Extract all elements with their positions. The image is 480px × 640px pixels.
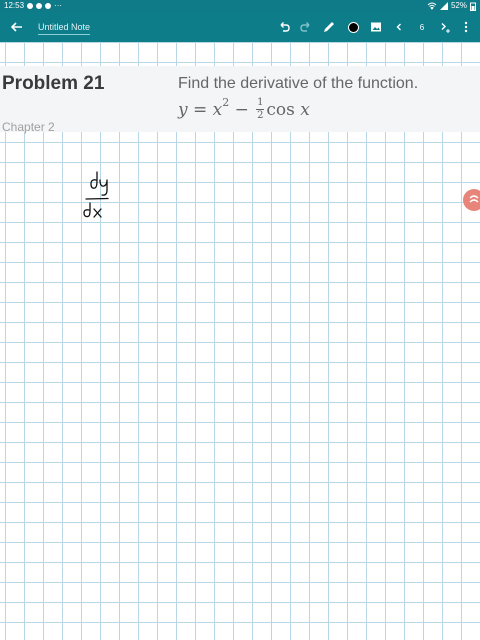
notification-icon [36, 3, 43, 9]
problem-title: Problem 21 [2, 73, 105, 94]
next-page-button[interactable] [437, 19, 453, 35]
status-right: 52% [427, 0, 476, 12]
battery-icon [470, 2, 476, 11]
chevron-left-icon [396, 23, 401, 31]
battery-percentage: 52% [450, 1, 467, 10]
floating-tool-button[interactable] [463, 189, 480, 211]
notification-icon [45, 3, 52, 9]
chevron-right-add-icon [441, 23, 450, 33]
color-picker-button[interactable] [345, 19, 361, 35]
color-swatch-icon [347, 21, 359, 33]
wifi-icon [427, 2, 437, 10]
redo-button[interactable] [298, 19, 314, 35]
notification-icon [27, 3, 34, 9]
fraction-numerator: 1 [257, 97, 264, 108]
formula-variable: x [294, 99, 310, 120]
problem-statement: Find the derivative of the function. [178, 75, 419, 92]
formula-lhs: y = x [178, 99, 223, 120]
chapter-label: Chapter 2 [2, 120, 55, 134]
insert-image-button[interactable] [368, 19, 384, 35]
redo-icon [300, 22, 310, 32]
handle-icon [469, 195, 479, 203]
previous-page-button[interactable] [391, 19, 407, 35]
formula-minus: − [229, 99, 255, 120]
more-vertical-icon [464, 21, 468, 33]
formula-function: cos [266, 99, 295, 120]
formula-exponent: 2 [222, 96, 230, 109]
page-number: 6 [414, 19, 430, 35]
status-bar: 12:53 ··· 52% [0, 0, 480, 12]
undo-icon [280, 22, 290, 32]
ink-strokes [83, 171, 109, 218]
status-left: 12:53 ··· [4, 0, 62, 12]
app-bar: Untitled Note 6 [0, 12, 480, 42]
fraction-denominator: 2 [257, 110, 264, 121]
page-number-label: 6 [419, 22, 425, 32]
back-button[interactable] [8, 18, 26, 36]
more-options-button[interactable] [458, 19, 474, 35]
status-time: 12:53 [4, 1, 25, 10]
note-title[interactable]: Untitled Note [38, 21, 91, 35]
undo-button[interactable] [276, 19, 292, 35]
problem-formula: y = x 2 − 1 2 cos x [178, 96, 310, 121]
handwritten-derivative [80, 168, 120, 229]
formula-fraction: 1 2 [256, 97, 265, 121]
signal-icon [439, 2, 448, 10]
more-notifications-icon: ··· [54, 1, 63, 10]
pen-tool-button[interactable] [321, 19, 337, 35]
arrow-left-icon [10, 22, 22, 32]
image-icon [371, 22, 381, 32]
pen-icon [324, 22, 334, 32]
